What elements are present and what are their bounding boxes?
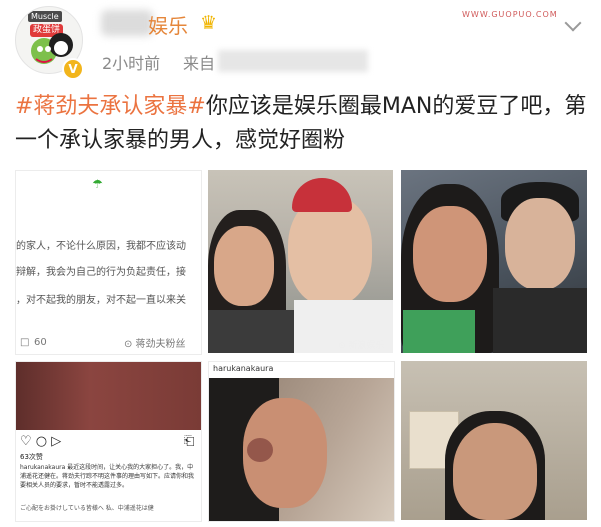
photo-shape: [413, 206, 487, 302]
crown-icon: ♛: [200, 12, 218, 34]
image-statement[interactable]: ☂ 的家人，不论什么原因，我都不应该动 辩解，我会为自己的行为负起责任，接 ，对…: [15, 170, 202, 355]
statement-line: ，对不起我的朋友，对不起一直以来关: [16, 295, 186, 306]
photo-shape: [288, 196, 372, 306]
post-text: #蒋劲夫承认家暴#你应该是娱乐圈最MAN的爱豆了吧，第一个承认家暴的男人，感觉好…: [15, 90, 595, 158]
image-watermark: ⊙ 新浪娱乐: [338, 341, 385, 351]
instagram-caption: harukanakaura 最近这段时间，让关心我的大家担心了。我，中浦遥花还健…: [20, 464, 195, 489]
image-grid: ☂ 的家人，不论什么原因，我都不应该动 辩解，我会为自己的行为负起责任，接 ，对…: [15, 170, 587, 522]
username[interactable]: 娱乐: [148, 10, 188, 39]
instagram-action-icons: ♡ ○ ▷: [20, 434, 62, 449]
topic-link[interactable]: #蒋劲夫承认家暴#: [15, 94, 206, 119]
image-selfie-cap[interactable]: ⊙ 新浪娱乐: [208, 170, 393, 353]
image-instagram-post[interactable]: ♡ ○ ▷ ⎗ 63次赞 harukanakaura 最近这段时间，让关心我的大…: [15, 361, 202, 522]
photo-shape: [208, 310, 298, 353]
photo-shape: [16, 362, 201, 430]
like-count: 63次赞: [20, 453, 43, 461]
photo-shape: [292, 178, 352, 212]
photo-shape: [493, 288, 587, 353]
photo-shape: [247, 438, 273, 462]
image-hospital[interactable]: [401, 361, 587, 520]
instagram-caption-footer: ご心配をお掛けしている皆様へ 私、中浦遥花は健: [20, 505, 154, 512]
statement-line: 辩解，我会为自己的行为负起责任，接: [16, 267, 186, 278]
username-redacted: [101, 10, 153, 36]
instagram-username: harukanakaura: [213, 364, 274, 373]
statement-line: 的家人，不论什么原因，我都不应该动: [16, 241, 186, 252]
chevron-down-icon[interactable]: [564, 14, 582, 32]
weibo-logo-icon: ☂: [92, 177, 103, 191]
post-header: Muscle 政蛋饼 V 娱乐 ♛ 2小时前 来自 WWW.GUOPUO.COM: [0, 0, 601, 88]
post-time: 2小时前: [102, 54, 161, 73]
watermark: WWW.GUOPUO.COM: [462, 10, 558, 19]
photo-shape: [403, 310, 475, 353]
source-redacted: [218, 50, 368, 72]
photo-shape: [505, 198, 575, 290]
photo-shape: [453, 423, 537, 520]
photo-shape: [214, 226, 274, 306]
image-watermark: ⊙ 蒋劲夫粉丝: [124, 339, 186, 350]
image-injury-closeup[interactable]: harukanakaura: [208, 361, 395, 522]
image-selfie-car[interactable]: [401, 170, 587, 353]
source-label: 来自: [183, 54, 216, 73]
verified-badge-icon: V: [62, 58, 84, 80]
bookmark-icon: ⎗: [184, 434, 195, 449]
comment-count: 60: [34, 337, 47, 348]
comment-icon: □: [20, 337, 30, 348]
